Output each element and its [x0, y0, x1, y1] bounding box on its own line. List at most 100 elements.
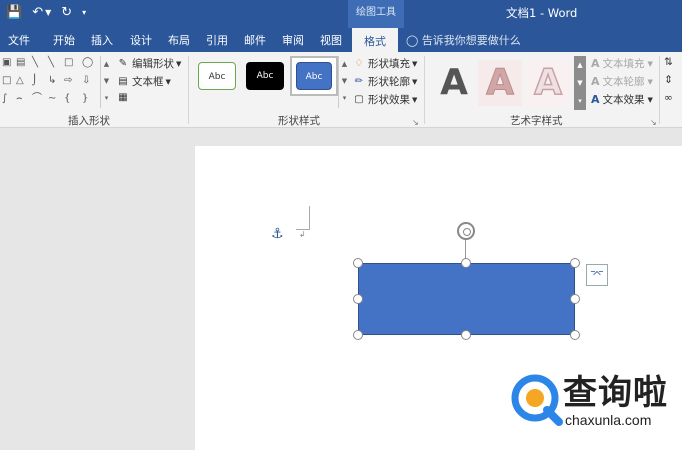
shape-style-white[interactable]: Abc	[198, 62, 236, 90]
shape-styles-gallery-scroll[interactable]: ▲ ▼ ▾	[338, 56, 350, 108]
tab-insert[interactable]: 插入	[91, 32, 113, 48]
oval-shape-icon[interactable]: ◯	[82, 57, 93, 69]
rotation-connector	[465, 240, 466, 260]
drawing-tools-context-label: 绘图工具	[348, 0, 404, 28]
chevron-down-icon: ▼	[647, 77, 653, 86]
resize-handle-left[interactable]	[353, 294, 363, 304]
wordart-style-plain[interactable]: A	[432, 60, 476, 106]
tab-format[interactable]: 格式	[352, 28, 398, 52]
shape-style-blue-selected[interactable]: Abc	[290, 56, 338, 96]
edit-shape-button[interactable]: ✎ 编辑形状 ▼	[116, 56, 182, 71]
right-arrow-shape-icon[interactable]: ⇨	[64, 75, 72, 87]
rotate-handle-icon[interactable]	[457, 222, 475, 240]
save-icon[interactable]: 💾	[6, 4, 22, 22]
resize-handle-top[interactable]	[461, 258, 471, 268]
shape-styles-group-label: 形状样式	[278, 115, 320, 127]
tab-file[interactable]: 文件	[8, 32, 30, 48]
chevron-down-icon[interactable]: ▼	[45, 4, 51, 22]
resize-handle-bottom-left[interactable]	[353, 330, 363, 340]
tab-design[interactable]: 设计	[130, 32, 152, 48]
layout-options-button[interactable]: ⌤	[586, 264, 608, 286]
freeform-shape-icon[interactable]: ∫	[2, 93, 7, 105]
lightbulb-icon: ◯	[406, 34, 419, 47]
wordart-styles-group-label: 艺术字样式	[510, 115, 563, 127]
align-text-icon[interactable]: ⇕	[664, 74, 673, 86]
edit-shape-icon: ✎	[118, 57, 128, 69]
tab-mailings[interactable]: 邮件	[244, 32, 266, 48]
vertical-text-box-shape-icon[interactable]: ▤	[16, 57, 25, 69]
tell-me-search[interactable]: ◯ 告诉我你想要做什么	[406, 32, 521, 48]
rectangle-shape-icon[interactable]: □	[64, 57, 73, 69]
more-icon[interactable]: ▾	[101, 90, 112, 107]
curve-shape-icon[interactable]: ∼	[48, 93, 56, 105]
elbow-arrow-icon[interactable]: ↳	[48, 75, 56, 87]
text-fill-button[interactable]: A 文本填充 ▼	[591, 56, 653, 71]
chevron-down-icon[interactable]: ▼	[339, 73, 350, 90]
shape-effects-button[interactable]: ▢ 形状效果 ▼	[352, 92, 417, 107]
create-link-icon[interactable]: ∞	[664, 92, 673, 104]
more-icon[interactable]: ▾	[574, 92, 586, 110]
line-shape-icon[interactable]: ╲	[32, 57, 38, 69]
wordart-style-outline[interactable]: A	[526, 60, 570, 106]
wordart-gallery-scroll[interactable]: ▲ ▼ ▾	[574, 56, 586, 110]
shape-style-black[interactable]: Abc	[246, 62, 284, 90]
curve-shape-icon[interactable]: ⌢	[16, 93, 23, 105]
text-box-button[interactable]: ▤ 文本框 ▼	[116, 74, 171, 89]
chevron-up-icon[interactable]: ▲	[574, 56, 586, 74]
anchor-icon[interactable]: ⚓	[271, 226, 284, 242]
text-box-icon: ▤	[118, 75, 128, 87]
customize-qat-icon[interactable]: ▾	[82, 4, 86, 22]
chevron-down-icon[interactable]: ▼	[101, 73, 112, 90]
chevron-down-icon: ▼	[176, 59, 182, 68]
shape-fill-button[interactable]: ♢ 形状填充 ▼	[352, 56, 418, 71]
wordart-style-pink[interactable]: A	[478, 60, 522, 106]
chevron-down-icon: ▼	[647, 59, 653, 68]
resize-handle-bottom-right[interactable]	[570, 330, 580, 340]
tab-layout[interactable]: 布局	[168, 32, 190, 48]
right-brace-shape-icon[interactable]: }	[82, 93, 88, 105]
shapes-gallery[interactable]: ▣ ▤ ╲ ╲ □ ◯ □ △ ⌡ ↳ ⇨ ⇩ ∫ ⌢ ⌒ ∼ { }	[2, 57, 110, 109]
dialog-launcher-icon[interactable]: ↘	[412, 118, 419, 127]
arc-shape-icon[interactable]: ⌒	[32, 93, 42, 105]
left-brace-shape-icon[interactable]: {	[64, 93, 70, 105]
chevron-down-icon: ▼	[412, 95, 418, 104]
text-effects-button[interactable]: A 文本效果 ▼	[591, 92, 653, 107]
chevron-up-icon[interactable]: ▲	[101, 56, 112, 73]
text-direction-icon[interactable]: ⇅	[664, 56, 673, 68]
dialog-launcher-icon[interactable]: ↘	[650, 118, 657, 127]
group-divider	[424, 56, 425, 124]
elbow-connector-icon[interactable]: ⌡	[32, 75, 37, 87]
paragraph-mark: ↲	[299, 230, 306, 239]
resize-handle-right[interactable]	[570, 294, 580, 304]
text-box-shape-icon[interactable]: ▣	[2, 57, 11, 69]
window-title: 文档1 - Word	[506, 6, 578, 20]
chevron-down-icon: ▼	[165, 77, 171, 86]
chevron-down-icon[interactable]: ▼	[574, 74, 586, 92]
tell-me-placeholder: 告诉我你想要做什么	[421, 34, 521, 47]
tab-home[interactable]: 开始	[53, 32, 75, 48]
tab-view[interactable]: 视图	[320, 32, 342, 48]
chevron-up-icon[interactable]: ▲	[339, 56, 350, 73]
chevron-down-icon: ▼	[647, 95, 653, 104]
align-text-button[interactable]: ▦	[116, 92, 130, 104]
rectangle-shape-icon[interactable]: □	[2, 75, 11, 87]
resize-handle-top-left[interactable]	[353, 258, 363, 268]
selected-rectangle-shape[interactable]	[358, 263, 575, 335]
group-divider	[659, 56, 660, 124]
shape-style-blue-thumb: Abc	[296, 62, 332, 90]
more-icon[interactable]: ▾	[339, 90, 350, 107]
triangle-shape-icon[interactable]: △	[16, 75, 24, 87]
resize-handle-bottom[interactable]	[461, 330, 471, 340]
repeat-icon[interactable]: ↻	[61, 4, 72, 22]
resize-handle-top-right[interactable]	[570, 258, 580, 268]
shapes-gallery-scroll[interactable]: ▲ ▼ ▾	[100, 56, 112, 108]
shape-outline-button[interactable]: ✏ 形状轮廓 ▼	[352, 74, 418, 89]
line-shape-icon[interactable]: ╲	[48, 57, 54, 69]
text-outline-button[interactable]: A 文本轮廓 ▼	[591, 74, 653, 89]
undo-icon[interactable]: ↶	[32, 4, 43, 22]
tab-review[interactable]: 审阅	[282, 32, 304, 48]
text-outline-icon: A	[591, 75, 600, 88]
tab-references[interactable]: 引用	[206, 32, 228, 48]
down-arrow-shape-icon[interactable]: ⇩	[82, 75, 90, 87]
pen-icon: ✏	[354, 75, 364, 87]
